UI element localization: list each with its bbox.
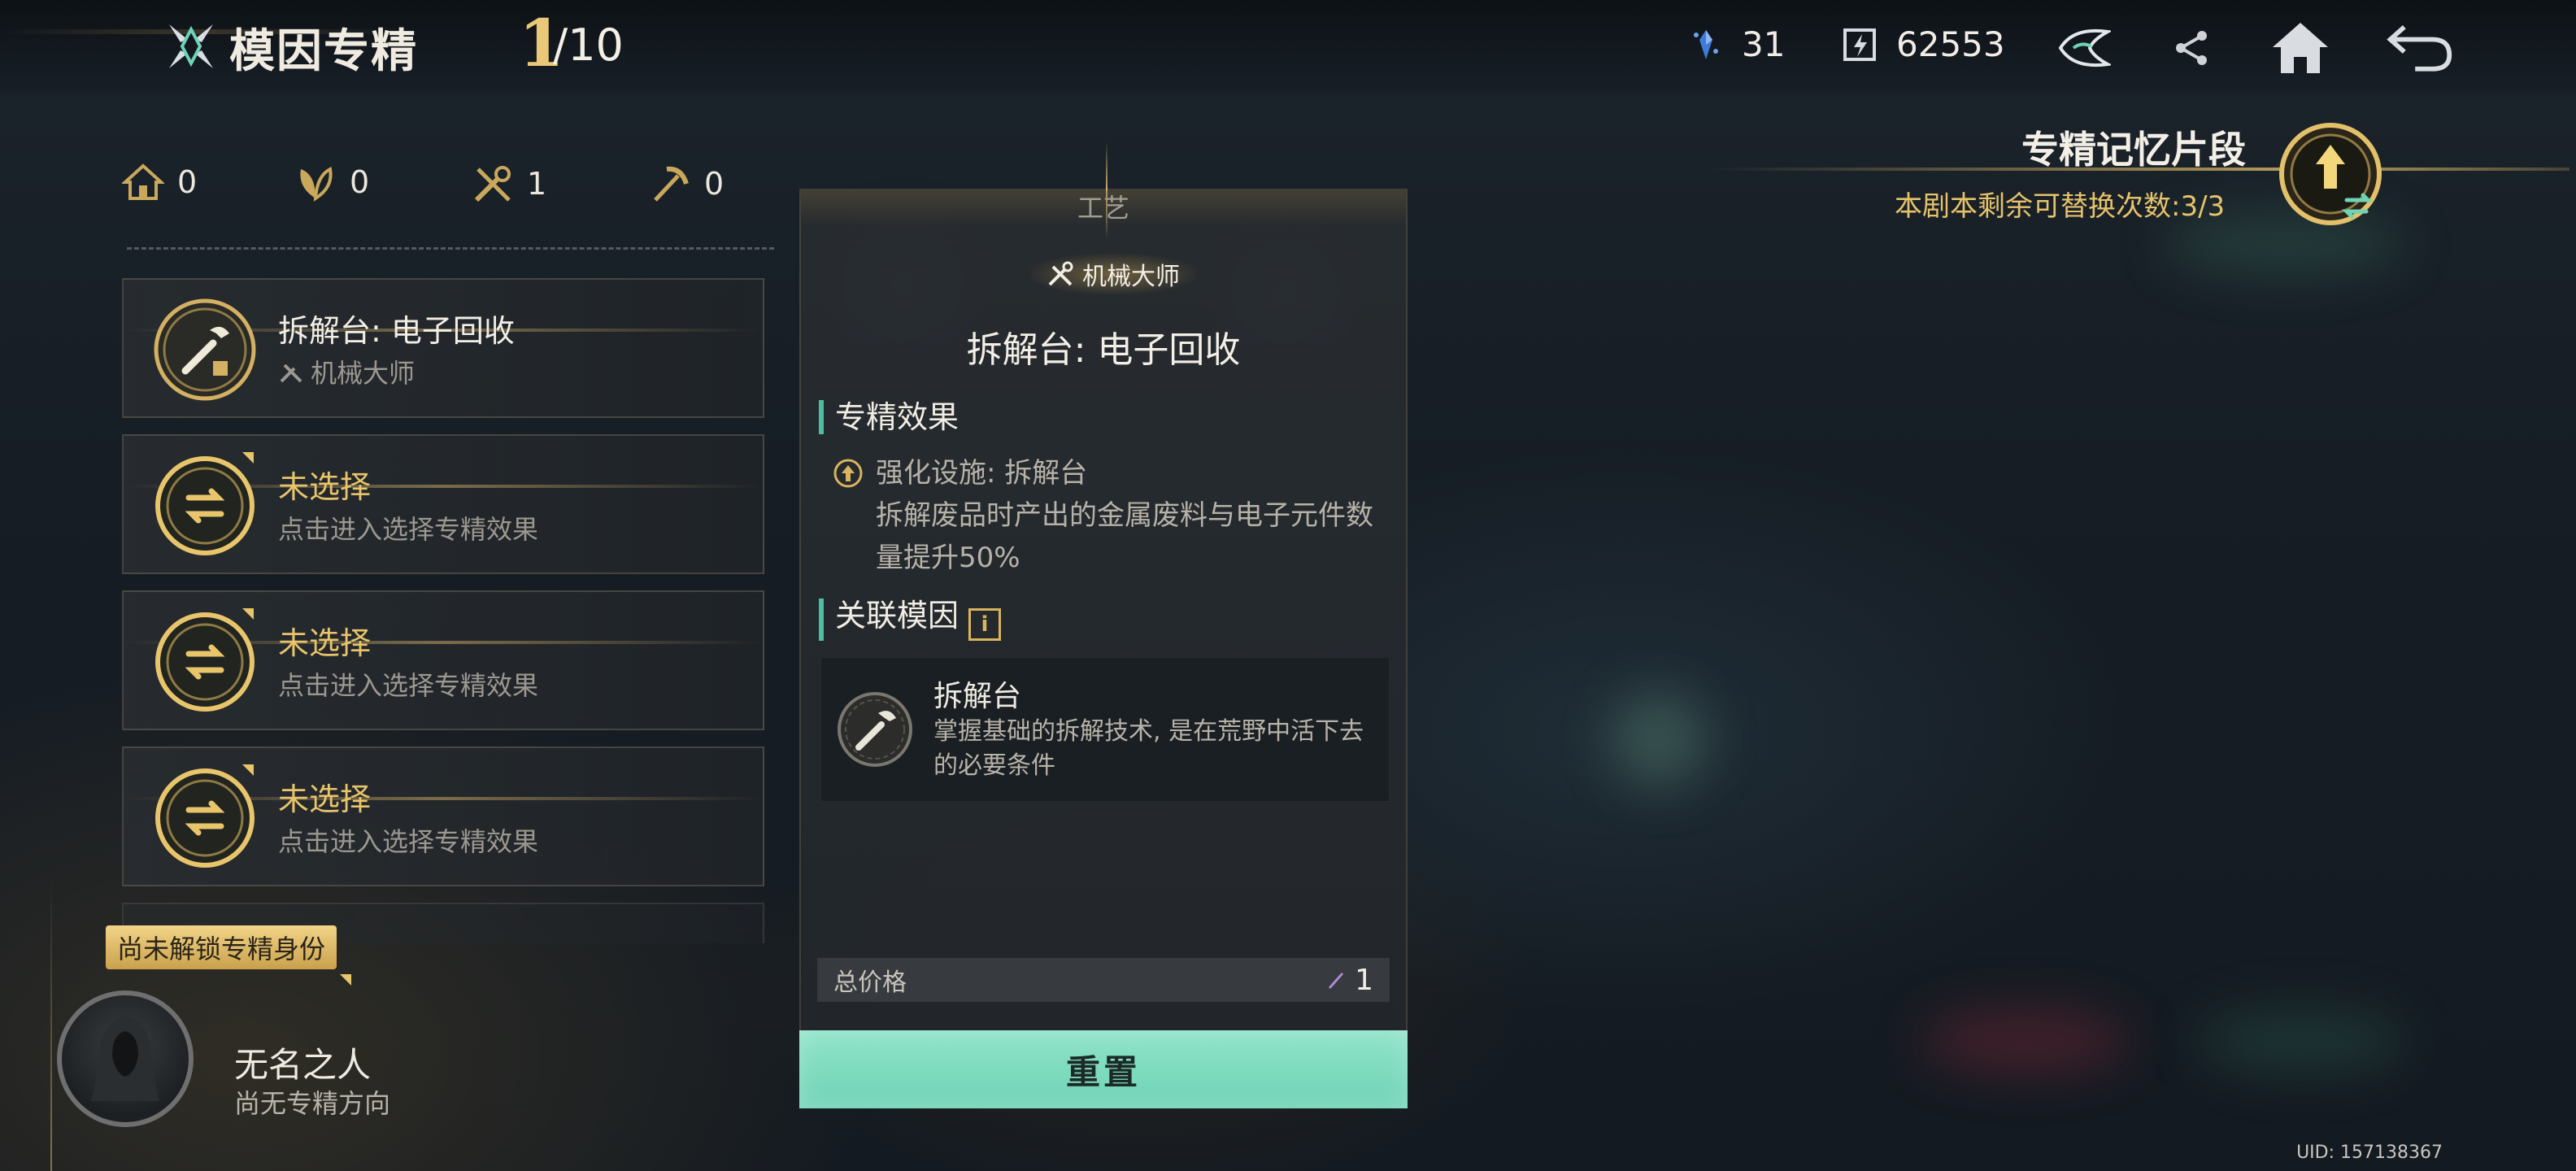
mastery-slot-2[interactable]: 未选择 点击进入选择专精效果 [122,434,764,574]
stat-shelter: 0 [122,163,197,202]
mastery-slot-3[interactable]: 未选择 点击进入选择专精效果 [122,590,764,730]
tools-icon [280,363,302,383]
screen: 模因专精 1 /10 31 62553 0 0 1 0 拆解台: 电子回收 机械… [0,0,2576,1171]
effect-row: 强化设施: 拆解台 拆解废品时产出的金属废料与电子元件数量提升50% [832,452,1380,579]
mask-button[interactable] [2049,13,2119,83]
price-label: 总价格 [833,969,907,997]
detail-tag-text: 机械大师 [1082,263,1180,291]
slot-subtitle: 点击进入选择专精效果 [278,826,539,857]
unlock-badge: 尚未解锁专精身份 [106,925,352,986]
total-price-bar: 总价格 1 [817,958,1390,1002]
effect-heading: 专精效果 [819,400,959,434]
related-heading: 关联模因 i [819,598,1002,641]
detail-name: 拆解台: 电子回收 [966,329,1241,371]
memory-subtitle: 本剧本剩余可替换次数:3/3 [1895,190,2226,223]
crystal-icon [1694,29,1718,59]
bg-blur [1919,1008,2130,1073]
reset-button[interactable]: 重置 [799,1030,1408,1108]
back-icon [2387,25,2452,72]
uid-label: UID: 157138367 [2296,1143,2443,1163]
page-title: 模因专精 [229,25,418,78]
energy-cube-icon [1843,28,1876,61]
stat-nature-value: 0 [350,164,370,200]
home-button[interactable] [2265,13,2335,83]
detail-tag: 机械大师 [1030,254,1196,294]
top-bar: 模因专精 1 /10 31 62553 [0,0,2576,93]
stat-craft: 1 [472,163,546,205]
slot-title: 未选择 [278,469,372,505]
disassembly-icon [154,298,256,401]
home-icon [2273,23,2328,73]
resource-energy[interactable]: 62553 [1841,24,2005,64]
bg-blur [1610,691,1708,789]
price-value: 1 [1325,964,1373,997]
resource-crystal-value: 31 [1742,24,1786,64]
related-heading-text: 关联模因 [835,598,959,633]
effect-text: 强化设施: 拆解台 拆解废品时产出的金属废料与电子元件数量提升50% [876,452,1380,579]
swap-icon [155,612,255,712]
decor-line [50,878,52,1171]
category-stats: 0 0 1 0 [122,163,772,215]
mastery-slot-1[interactable]: 拆解台: 电子回收 机械大师 [122,278,764,418]
slot-subtitle: 机械大师 [278,353,415,390]
back-button[interactable] [2384,13,2454,83]
mastery-slot-4[interactable]: 未选择 点击进入选择专精效果 [122,747,764,886]
stat-shelter-value: 0 [177,164,198,200]
gene-description: 掌握基础的拆解技术, 是在荒野中活下去的必要条件 [933,717,1364,780]
quill-icon [1329,973,1344,989]
swap-icon [155,768,255,868]
pickaxe-icon [654,166,689,202]
related-gene-card[interactable]: 拆解台 掌握基础的拆解技术, 是在荒野中活下去的必要条件 [820,657,1390,802]
leaf-icon [300,167,333,202]
tools-icon [1048,261,1073,286]
slot-title: 未选择 [278,625,372,661]
share-button[interactable] [2156,13,2226,83]
memory-fragment-icon[interactable] [2277,120,2384,228]
share-icon [2176,31,2207,65]
slot-title: 拆解台: 电子回收 [278,313,515,349]
detail-category: 工艺 [801,190,1406,226]
resource-energy-value: 62553 [1896,24,2005,64]
house-icon [122,163,164,200]
info-icon[interactable]: i [968,608,1002,641]
gene-title: 拆解台 [933,680,1022,713]
tools-icon [474,166,511,202]
bg-blur [2195,1008,2407,1073]
effect-line-1: 强化设施: 拆解台 [876,457,1088,490]
progress-total: /10 [553,20,624,71]
profile-subtitle: 尚无专精方向 [234,1088,391,1119]
stat-gather: 0 [649,163,724,205]
detail-panel: 工艺 机械大师 拆解台: 电子回收 专精效果 强化设施: 拆解台 拆解废品时产出… [799,141,1408,1108]
profile-name: 无名之人 [234,1045,372,1085]
resource-crystal[interactable]: 31 [1688,24,1785,64]
upgrade-icon [833,459,863,488]
slot-title: 未选择 [278,781,372,817]
meme-mastery-icon [169,24,213,68]
disassembly-icon [838,692,912,767]
effect-line-2: 拆解废品时产出的金属废料与电子元件数量提升50% [876,499,1373,574]
stat-craft-value: 1 [527,166,547,202]
memory-title: 专精记忆片段 [2021,128,2246,172]
stat-gather-value: 0 [704,166,724,202]
slot-subtitle: 点击进入选择专精效果 [278,670,539,701]
divider [127,247,774,250]
slot-subtitle-text: 机械大师 [311,358,416,389]
stat-nature: 0 [294,163,369,202]
price-value-text: 1 [1355,963,1373,997]
swap-icon [155,456,255,555]
avatar[interactable] [57,990,194,1127]
mask-icon [2058,28,2111,67]
slot-subtitle: 点击进入选择专精效果 [278,514,539,545]
hooded-figure-icon [91,1016,159,1101]
